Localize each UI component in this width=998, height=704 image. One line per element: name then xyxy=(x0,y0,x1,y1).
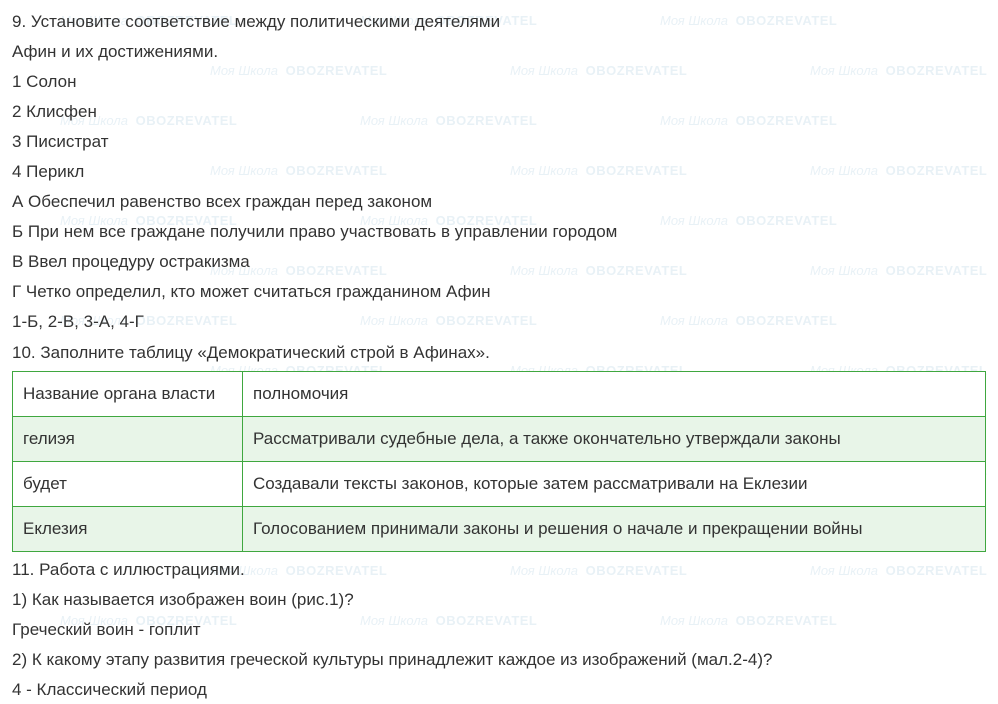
q11-ans2: 4 - Классический период xyxy=(12,676,986,704)
table-cell-desc: Рассматривали судебные дела, а также око… xyxy=(243,416,986,461)
q11-sub1: 1) Как называется изображен воин (рис.1)… xyxy=(12,586,986,614)
q9-answer: 1-Б, 2-В, 3-А, 4-Г xyxy=(12,308,986,336)
q9-option-a: А Обеспечил равенство всех граждан перед… xyxy=(12,188,986,216)
table-row: будет Создавали тексты законов, которые … xyxy=(13,461,986,506)
q9-option-g: Г Четко определил, кто может считаться г… xyxy=(12,278,986,306)
document-content: 9. Установите соответствие между политич… xyxy=(12,8,986,704)
q10-table: Название органа власти полномочия гелиэя… xyxy=(12,371,986,552)
table-cell-desc: Создавали тексты законов, которые затем … xyxy=(243,461,986,506)
table-cell-name: будет xyxy=(13,461,243,506)
table-header-col2: полномочия xyxy=(243,371,986,416)
q11-sub2: 2) К какому этапу развития греческой кул… xyxy=(12,646,986,674)
q11-ans1: Греческий воин - гоплит xyxy=(12,616,986,644)
q9-item-3: 3 Писистрат xyxy=(12,128,986,156)
q9-option-b: Б При нем все граждане получили право уч… xyxy=(12,218,986,246)
table-header-row: Название органа власти полномочия xyxy=(13,371,986,416)
table-cell-name: гелиэя xyxy=(13,416,243,461)
q9-item-4: 4 Перикл xyxy=(12,158,986,186)
q11-prompt: 11. Работа с иллюстрациями. xyxy=(12,556,986,584)
q10-prompt: 10. Заполните таблицу «Демократический с… xyxy=(12,339,986,367)
table-cell-desc: Голосованием принимали законы и решения … xyxy=(243,506,986,551)
table-row: гелиэя Рассматривали судебные дела, а та… xyxy=(13,416,986,461)
table-header-col1: Название органа власти xyxy=(13,371,243,416)
q9-option-v: В Ввел процедуру остракизма xyxy=(12,248,986,276)
table-row: Еклезия Голосованием принимали законы и … xyxy=(13,506,986,551)
q9-prompt-line2: Афин и их достижениями. xyxy=(12,38,986,66)
q9-item-2: 2 Клисфен xyxy=(12,98,986,126)
q9-item-1: 1 Солон xyxy=(12,68,986,96)
table-cell-name: Еклезия xyxy=(13,506,243,551)
q9-prompt-line1: 9. Установите соответствие между политич… xyxy=(12,8,986,36)
